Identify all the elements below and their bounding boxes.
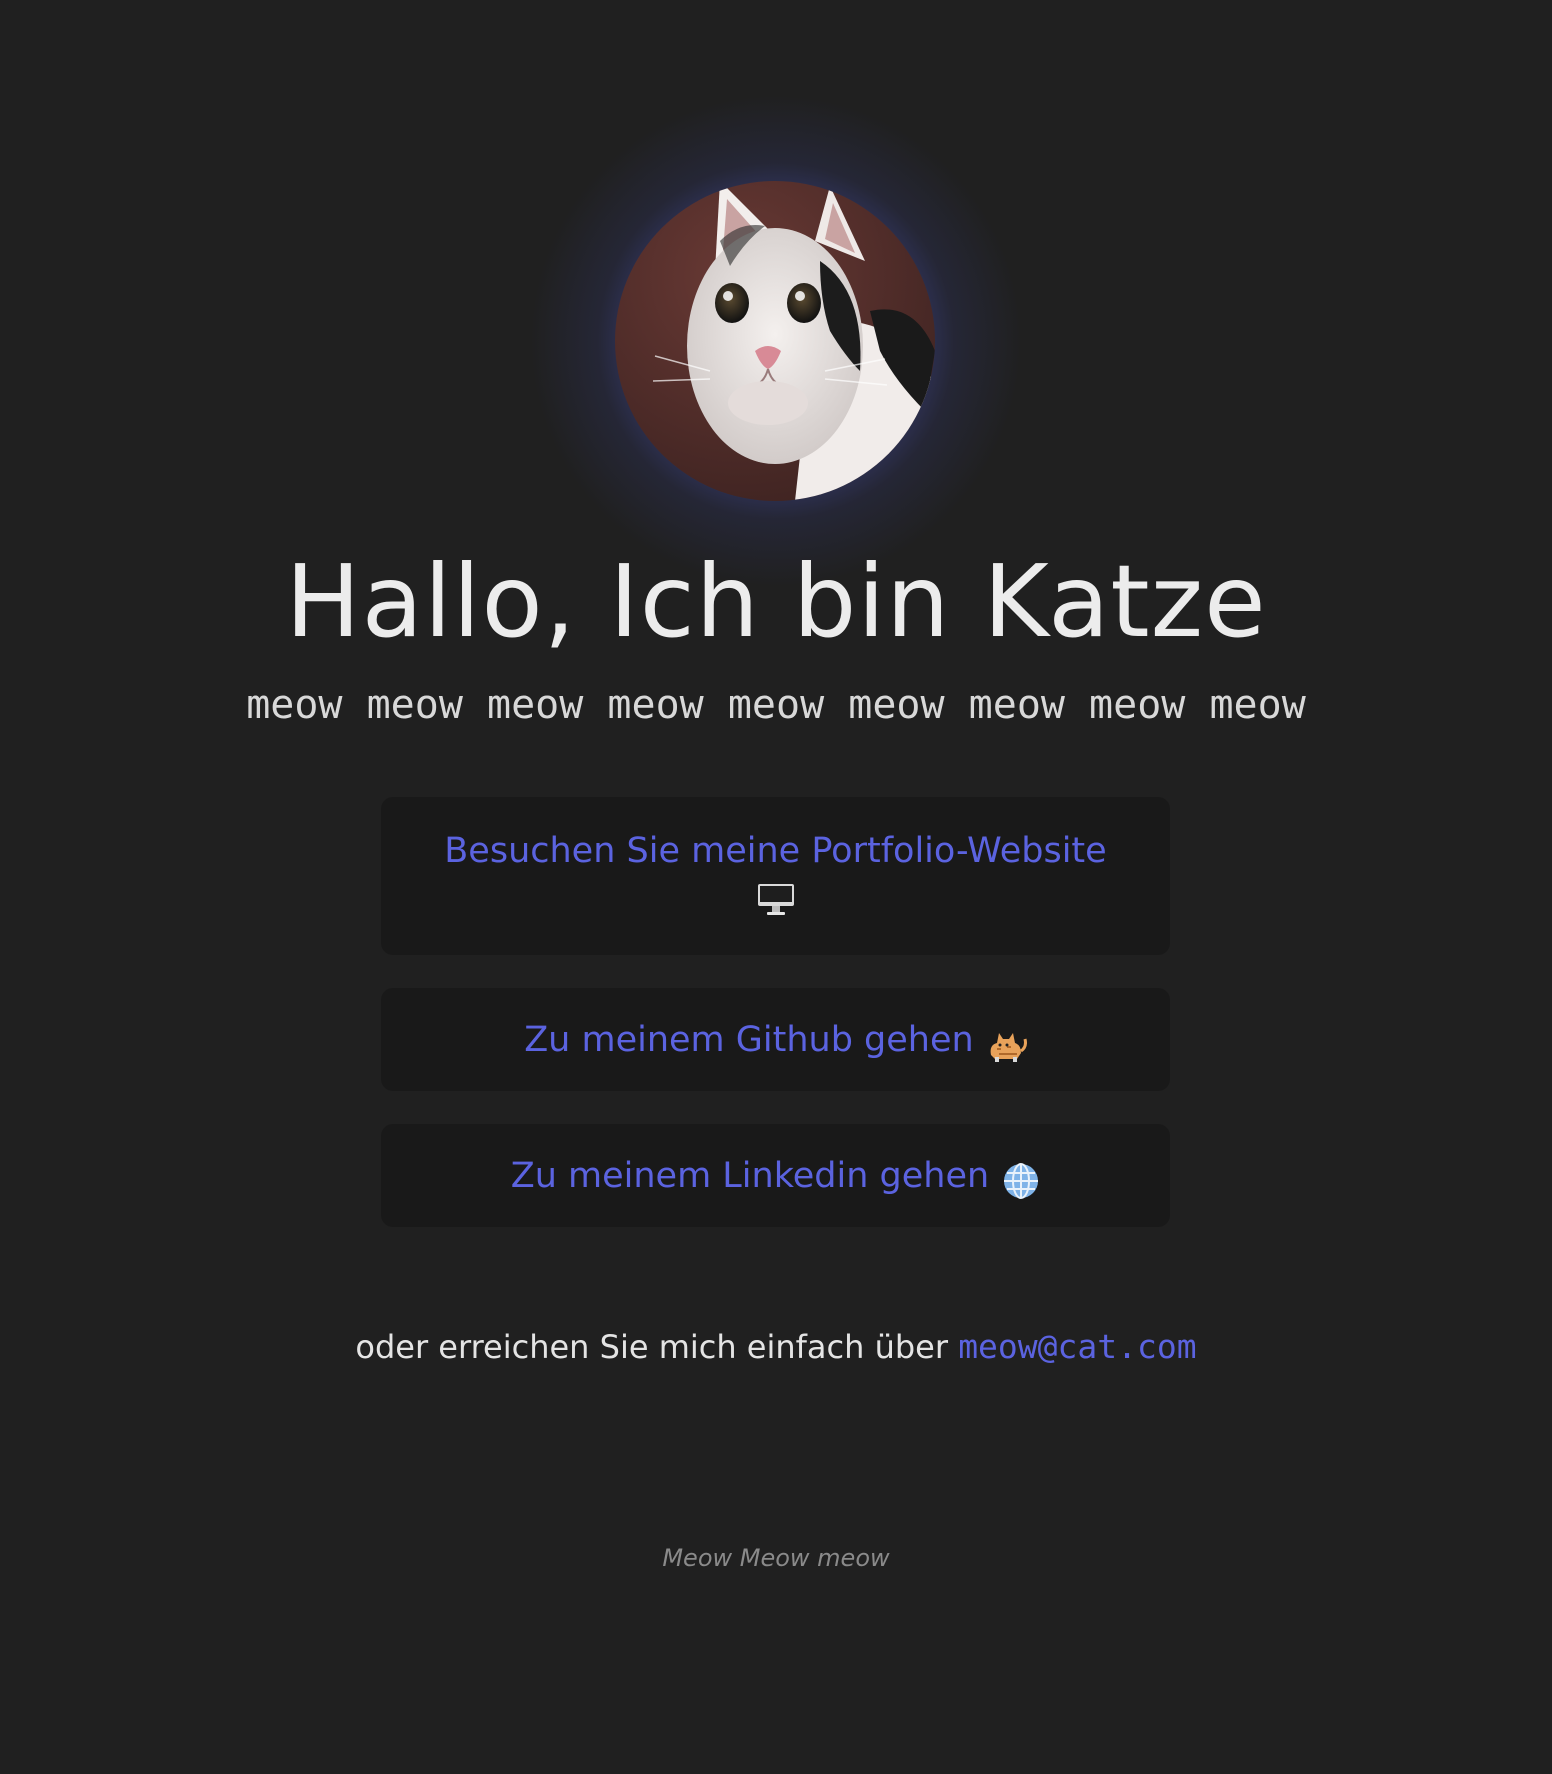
avatar — [615, 181, 935, 501]
email-link[interactable]: meow@cat.com — [958, 1327, 1196, 1366]
page-subtitle: meow meow meow meow meow meow meow meow … — [246, 682, 1306, 728]
page-title: Hallo, Ich bin Katze — [285, 543, 1267, 660]
cat-photo — [615, 181, 935, 501]
portfolio-link-button[interactable]: Besuchen Sie meine Portfolio-Website — [381, 797, 1170, 955]
footer-text: Meow Meow meow — [662, 1544, 890, 1572]
contact-prefix: oder erreichen Sie mich einfach über — [355, 1328, 949, 1366]
linkedin-link-button[interactable]: Zu meinem Linkedin gehen — [381, 1124, 1170, 1227]
desktop-computer-icon — [757, 883, 795, 921]
profile-page: Hallo, Ich bin Katze meow meow meow meow… — [0, 0, 1552, 1774]
portfolio-link-label: Besuchen Sie meine Portfolio-Website — [444, 831, 1107, 871]
linkedin-link-label: Zu meinem Linkedin gehen — [510, 1156, 990, 1196]
contact-line: oder erreichen Sie mich einfach über meo… — [0, 1322, 1552, 1372]
cat-icon — [987, 1027, 1027, 1067]
globe-icon — [1002, 1162, 1040, 1204]
github-link-label: Zu meinem Github gehen — [524, 1020, 974, 1060]
github-link-button[interactable]: Zu meinem Github gehen — [381, 988, 1170, 1091]
